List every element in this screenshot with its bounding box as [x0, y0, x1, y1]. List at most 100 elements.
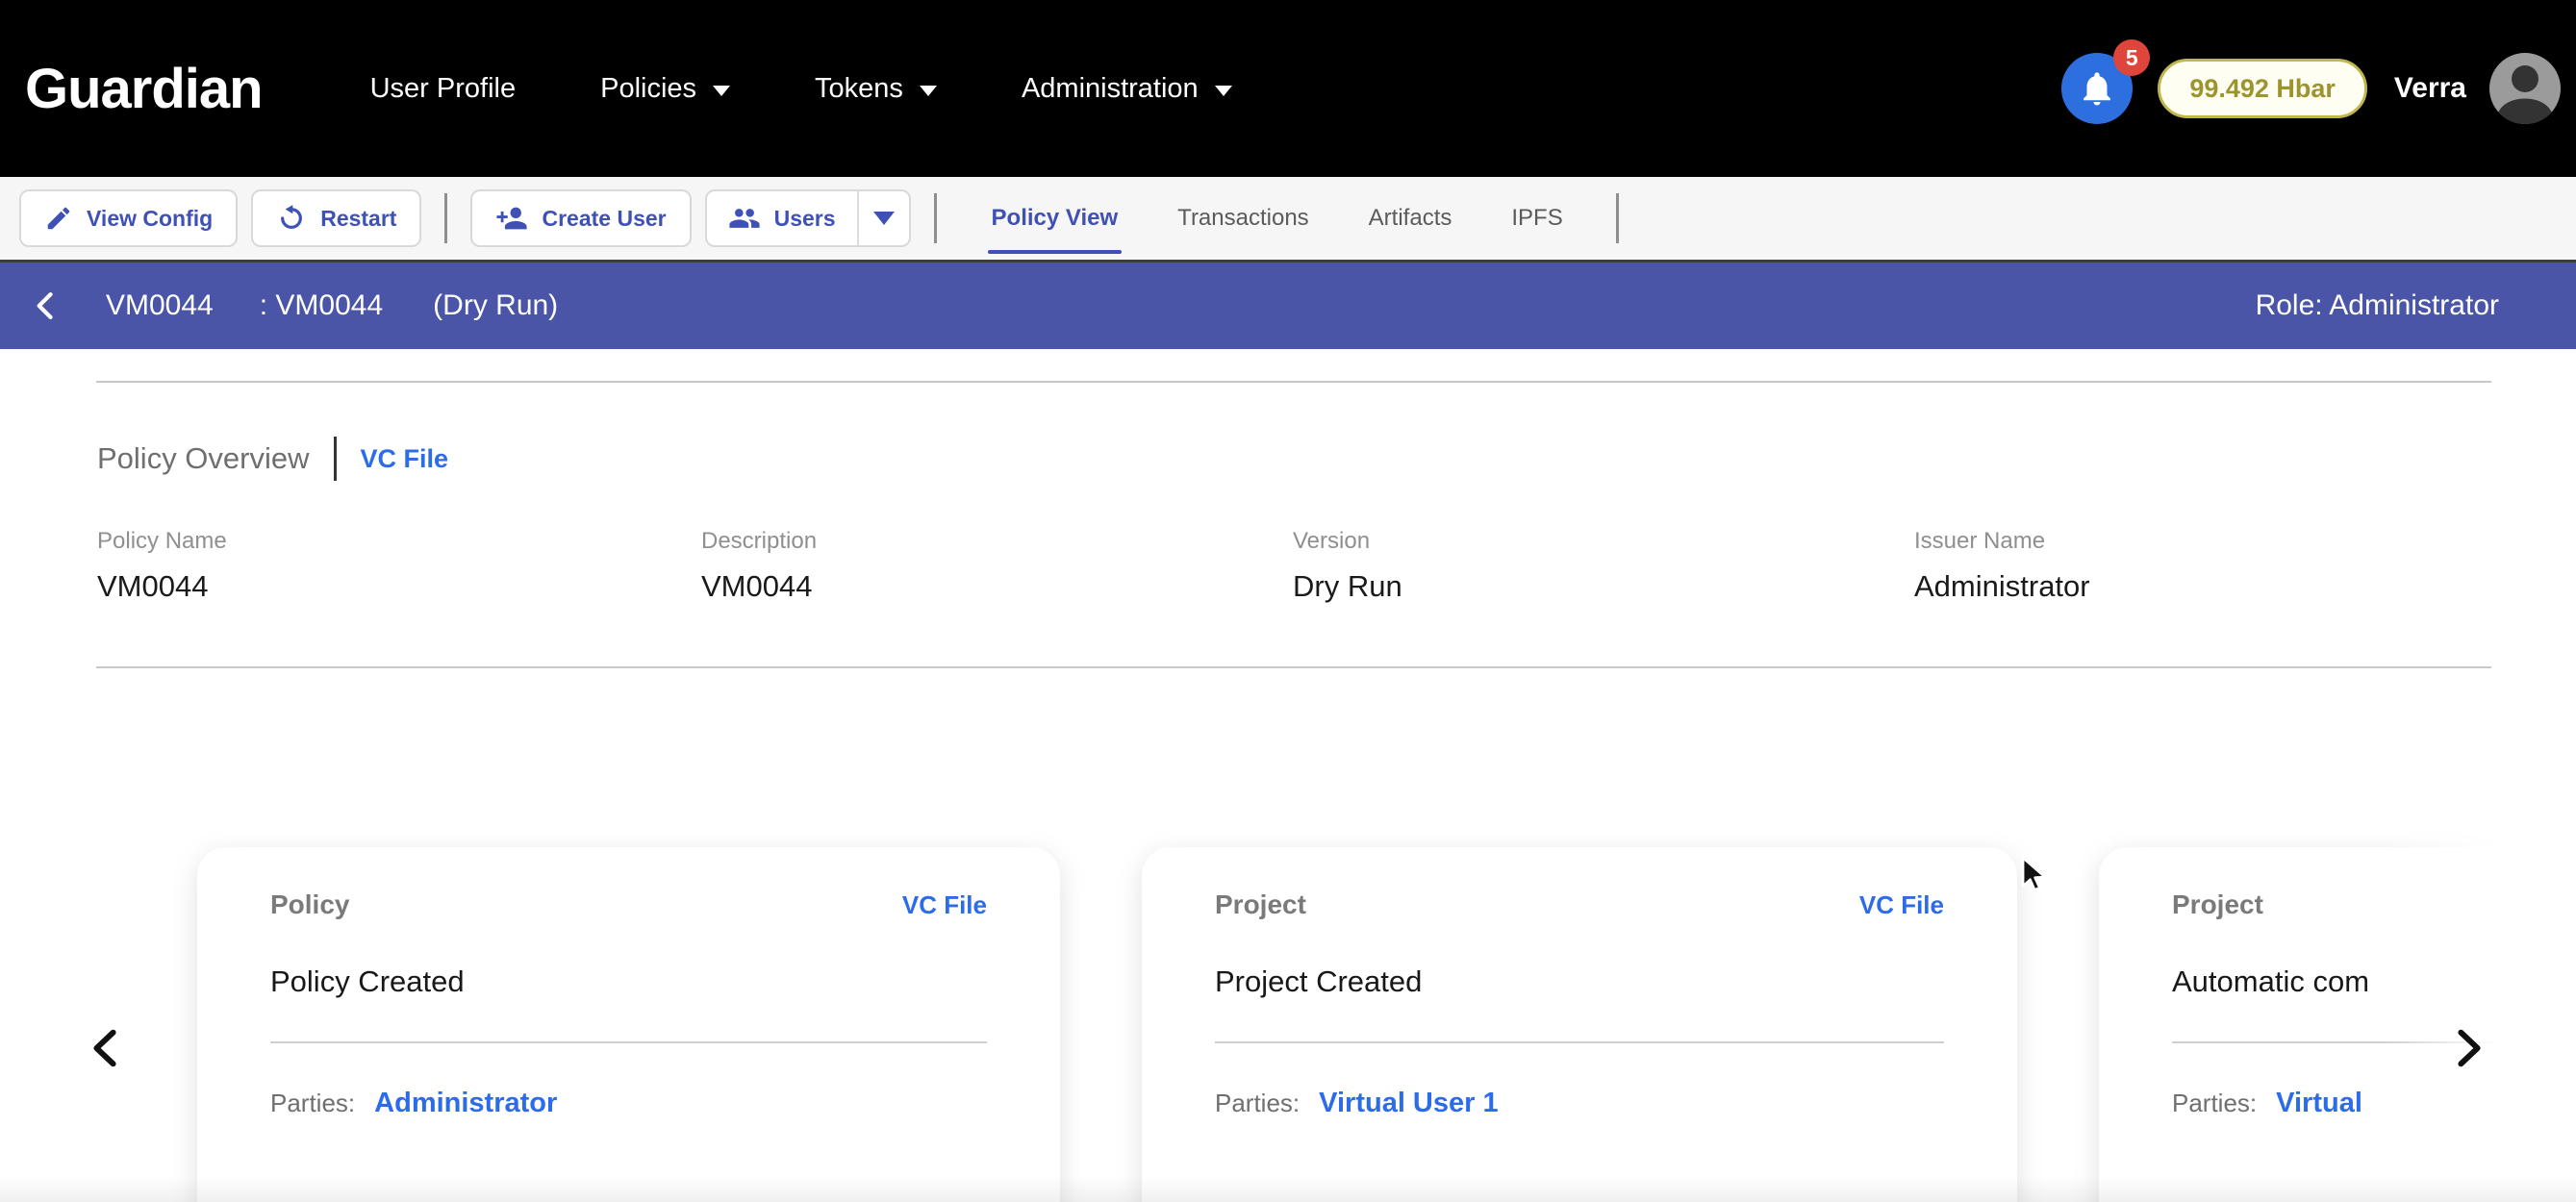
card-vc-file-link[interactable]: VC File — [1859, 890, 1944, 920]
field-label: Version — [1293, 528, 1371, 554]
restart-label: Restart — [320, 205, 397, 231]
person-icon — [2497, 65, 2553, 124]
tab-ipfs-label: IPFS — [1511, 205, 1563, 231]
chevron-down-icon — [1214, 85, 1232, 96]
policy-name: VM0044 — [106, 289, 214, 321]
bottom-fade — [0, 1175, 2576, 1202]
hbar-balance[interactable]: 99.492 Hbar — [2158, 59, 2367, 118]
avatar[interactable] — [2489, 53, 2561, 124]
toolbar-divider — [933, 193, 937, 243]
create-user-button[interactable]: Create User — [470, 189, 692, 247]
carousel-next-button[interactable] — [2447, 1022, 2491, 1079]
field-label: Policy Name — [97, 528, 227, 554]
top-header: Guardian User Profile Policies Tokens Ad… — [0, 0, 2576, 177]
notification-badge: 5 — [2113, 39, 2151, 76]
field-value: VM0044 — [97, 569, 209, 603]
card-title: Policy — [270, 889, 350, 919]
overview-vc-file-link[interactable]: VC File — [361, 444, 449, 474]
chevron-left-icon — [93, 1029, 116, 1067]
carousel-right-fade — [2384, 828, 2576, 1202]
username-label: Verra — [2393, 72, 2466, 104]
step-card-project: Project VC File Project Created Parties:… — [1142, 847, 2017, 1202]
field-value: VM0044 — [701, 569, 813, 603]
policy-header-bar: VM0044 : VM0044 (Dry Run) Role: Administ… — [0, 263, 2576, 349]
policy-content: Policy Overview VC File Policy Name VM00… — [0, 349, 2576, 1202]
tab-policy-view[interactable]: Policy View — [987, 177, 1123, 260]
mouse-cursor — [2020, 857, 2051, 898]
chevron-left-icon — [37, 292, 53, 319]
nav-administration-label: Administration — [1021, 72, 1199, 104]
card-title: Project — [1215, 889, 1306, 919]
role-label: Role: Administrator — [2255, 289, 2499, 321]
horizontal-rule — [96, 666, 2491, 668]
field-value: Dry Run — [1293, 569, 1402, 603]
app-logo[interactable]: Guardian — [25, 57, 264, 121]
chevron-down-icon — [919, 85, 937, 96]
back-button[interactable] — [27, 288, 63, 324]
field-policy-name: Policy Name VM0044 — [97, 528, 227, 604]
users-split-button[interactable]: Users — [704, 189, 911, 247]
chevron-right-icon — [2458, 1029, 2481, 1067]
pencil-icon — [47, 207, 70, 230]
bell-icon — [2084, 72, 2111, 106]
overview-header: Policy Overview VC File — [97, 432, 448, 486]
notifications-button[interactable]: 5 — [2061, 39, 2151, 124]
parties-label: Parties: — [270, 1089, 356, 1117]
chevron-down-icon — [713, 85, 731, 96]
vertical-divider — [333, 437, 337, 481]
field-version: Version Dry Run — [1293, 528, 1402, 604]
tab-transactions[interactable]: Transactions — [1174, 177, 1313, 260]
users-label: Users — [773, 205, 836, 231]
nav-policies[interactable]: Policies — [600, 72, 731, 105]
parties-link[interactable]: Virtual User 1 — [1319, 1088, 1498, 1119]
person-add-icon — [496, 207, 528, 230]
tab-artifacts[interactable]: Artifacts — [1365, 177, 1456, 260]
restart-button[interactable]: Restart — [251, 189, 422, 247]
tab-transactions-label: Transactions — [1177, 205, 1309, 231]
chevron-down-icon — [872, 212, 895, 225]
nav-tokens-label: Tokens — [815, 72, 903, 104]
users-icon — [729, 209, 760, 228]
users-dropdown-button[interactable] — [859, 191, 909, 245]
restart-icon — [281, 205, 303, 229]
field-description: Description VM0044 — [701, 528, 817, 604]
horizontal-rule — [96, 381, 2491, 383]
card-divider — [1215, 1041, 1944, 1043]
overview-title: Policy Overview — [97, 441, 310, 475]
card-body-text: Project Created — [1215, 964, 1423, 998]
parties-link[interactable]: Virtual — [2276, 1088, 2362, 1119]
tab-ipfs[interactable]: IPFS — [1507, 177, 1566, 260]
card-body-text: Policy Created — [270, 964, 465, 998]
main-nav: User Profile Policies Tokens Administrat… — [370, 73, 1232, 105]
nav-policies-label: Policies — [600, 72, 697, 104]
users-button[interactable]: Users — [707, 191, 857, 245]
parties-label: Parties: — [2172, 1089, 2258, 1117]
field-label: Issuer Name — [1914, 528, 2046, 554]
field-value: Administrator — [1914, 569, 2090, 603]
card-vc-file-link[interactable]: VC File — [902, 890, 987, 920]
parties-link[interactable]: Administrator — [374, 1088, 557, 1119]
field-issuer-name: Issuer Name Administrator — [1914, 528, 2090, 604]
card-title: Project — [2172, 889, 2263, 919]
carousel-prev-button[interactable] — [83, 1022, 127, 1079]
step-card-policy: Policy VC File Policy Created Parties: A… — [197, 847, 1060, 1202]
field-label: Description — [701, 528, 818, 554]
create-user-label: Create User — [542, 205, 667, 231]
nav-tokens[interactable]: Tokens — [815, 73, 937, 105]
policy-subtitle: : VM0044 — [259, 289, 384, 321]
view-config-label: View Config — [87, 205, 214, 231]
policy-tabs: Policy View Transactions Artifacts IPFS — [962, 177, 1593, 260]
guardian-app: Guardian User Profile Policies Tokens Ad… — [0, 0, 2576, 1202]
policy-mode: (Dry Run) — [433, 289, 559, 321]
toolbar-divider — [1615, 193, 1619, 243]
nav-user-profile-label: User Profile — [369, 72, 517, 104]
parties-label: Parties: — [1215, 1089, 1301, 1117]
policy-toolbar: View Config Restart Create User Users Po… — [0, 177, 2576, 263]
nav-administration[interactable]: Administration — [1022, 73, 1232, 105]
toolbar-divider — [444, 193, 448, 243]
nav-user-profile[interactable]: User Profile — [370, 73, 517, 105]
view-config-button[interactable]: View Config — [19, 189, 239, 247]
card-divider — [270, 1041, 987, 1043]
tab-artifacts-label: Artifacts — [1368, 205, 1452, 231]
tab-policy-view-label: Policy View — [991, 205, 1119, 231]
